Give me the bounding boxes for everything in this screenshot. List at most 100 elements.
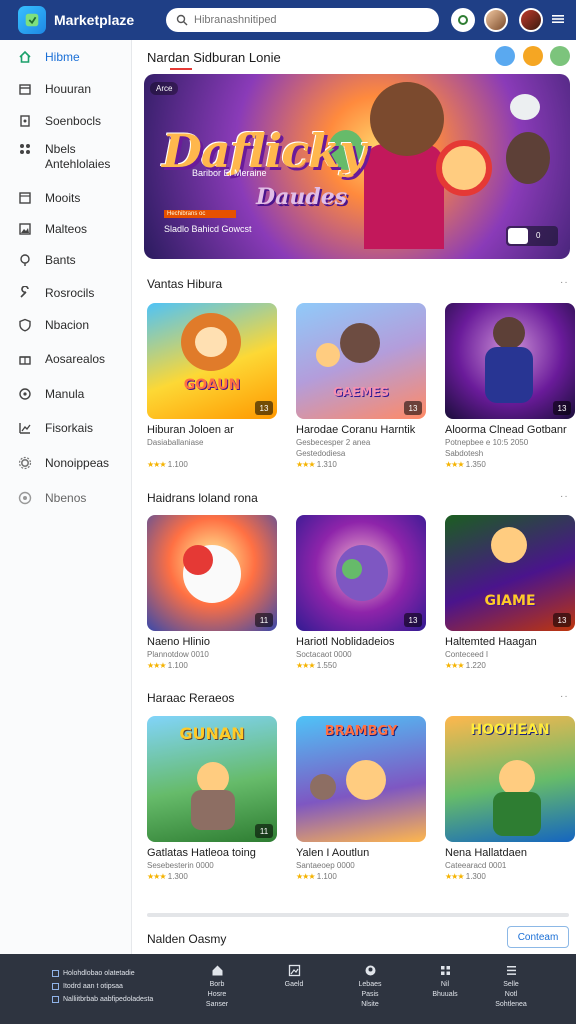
bottom-nav-grid[interactable]: Nil Bhuuals — [420, 964, 470, 1000]
card-title: Harodae Coranu Harntik — [296, 424, 416, 436]
help-icon — [18, 491, 32, 505]
character-face — [491, 527, 527, 563]
card-subtitle: Gesbecesper 2 anea — [296, 438, 371, 447]
hero-carousel-index: 0 — [536, 231, 541, 240]
game-thumbnail: GOAUN 13 — [147, 303, 277, 419]
footer-button[interactable]: Conteam — [507, 926, 569, 948]
card-rating: ★★★ 1.100 — [147, 459, 277, 470]
search-bar[interactable] — [166, 8, 439, 32]
sidebar-item-tools[interactable]: Rosrocils — [0, 286, 132, 300]
sidebar-item-library[interactable]: Soenbocls — [0, 114, 132, 128]
scroll-indicator[interactable] — [147, 913, 569, 917]
bottom-nav-label: Bhuuals — [432, 991, 458, 998]
bottom-info-row[interactable]: Holohdlobao olatetadie — [52, 967, 153, 980]
checkbox-icon — [52, 983, 59, 990]
card-rating: ★★★ 1.220 — [445, 660, 575, 671]
game-thumbnail: GAEMES 13 — [296, 303, 426, 419]
search-input[interactable] — [194, 14, 424, 26]
app-logo-icon[interactable] — [18, 6, 46, 34]
game-card[interactable]: BRAMBGY Yalen I Aoutlun Santaeoep 0000 ★… — [296, 716, 426, 882]
sidebar-item-manual[interactable]: Manula — [0, 387, 132, 401]
bottom-nav-label: Selle — [503, 981, 519, 988]
hero-tag: Arce — [150, 82, 179, 95]
sidebar-item-windows[interactable]: Mooits — [0, 191, 132, 205]
sidebar-item-apps[interactable]: Nbels Antehlolaies — [0, 142, 132, 172]
card-subtitle-2: Sabdotesh — [445, 449, 484, 458]
game-card[interactable]: 13 Hariotl Noblidadeios Soctacaot 0000 ★… — [296, 515, 426, 671]
game-card[interactable]: GIAME 13 Haltemted Haagan Conteceed I ★★… — [445, 515, 575, 671]
section-more-button[interactable]: ·· — [560, 491, 569, 502]
rating-stars: ★★★ — [147, 661, 166, 670]
favorite-button[interactable] — [523, 46, 543, 66]
hero-bar: Hechibrans oc — [164, 210, 236, 218]
card-rating: ★★★ 1.100 — [296, 871, 426, 882]
window-icon — [19, 192, 31, 204]
sidebar-item-settings[interactable]: Nonoippeas — [0, 456, 132, 470]
section-title: Haidrans loland rona — [147, 491, 258, 505]
card-title: Gatlatas Hatleoa toing — [147, 847, 256, 859]
hero-caption: Sladlo Bahicd Gowcst — [164, 224, 252, 234]
game-thumbnail: BRAMBGY — [296, 716, 426, 842]
character-face — [195, 327, 227, 357]
bottom-nav-list[interactable]: Selle Notl Sohtlenea — [486, 964, 536, 1010]
hero-carousel-control[interactable]: 0 — [506, 226, 558, 246]
card-rating: ★★★ 1.310 — [296, 459, 426, 470]
bottom-nav-profile[interactable]: Lebaes Pasis Nlsite — [345, 964, 395, 1010]
card-subtitle: Sesebesterin 0000 — [147, 861, 214, 870]
sidebar-item-label: Nbenos — [45, 491, 87, 505]
game-thumbnail: HOOHEAN — [445, 716, 575, 842]
game-card[interactable]: 11 Naeno Hlinio Plannotdow 0010 ★★★ 1.10… — [147, 515, 277, 671]
card-rating: ★★★ 1.100 — [147, 660, 277, 671]
bottom-nav-gallery[interactable]: Gaeld — [269, 964, 319, 990]
notifications-icon[interactable] — [451, 8, 475, 32]
sidebar-item-store[interactable]: Houuran — [0, 82, 132, 96]
character-body — [191, 790, 235, 830]
bottom-info-row[interactable]: Itodrd aan t otipsaa — [52, 980, 153, 993]
bottom-nav-label: Hosre — [207, 991, 227, 998]
thumbnail-title: HOOHEAN — [470, 722, 550, 738]
bottom-info-row[interactable]: Nalliitbrbab aabfipedoladesta — [52, 993, 153, 1006]
rating-stars: ★★★ — [296, 661, 315, 670]
sidebar-item-home[interactable]: Hibme — [0, 50, 132, 64]
rating-badge: 13 — [404, 613, 422, 627]
hero-carousel-active[interactable] — [508, 228, 528, 244]
sidebar-item-reports[interactable]: Fisorkais — [0, 421, 132, 435]
rating-stars: ★★★ — [147, 872, 166, 881]
avatar-secondary[interactable] — [519, 8, 543, 32]
app-name: Marketplaze — [54, 12, 135, 28]
search-icon — [176, 14, 188, 26]
card-rating: ★★★ 1.350 — [445, 459, 575, 470]
section-more-button[interactable]: ·· — [560, 691, 569, 702]
sidebar-item-label: Fisorkais — [45, 421, 94, 435]
game-card[interactable]: 13 Aloorma Clnead Gotbanr Potnepbee e 10… — [445, 303, 575, 470]
hero-banner[interactable]: Arce Daflicky Baribor El Meraine Daudes … — [144, 74, 570, 259]
avatar[interactable] — [484, 8, 508, 32]
game-card[interactable]: GUNAN 11 Gatlatas Hatleoa toing Sesebest… — [147, 716, 277, 882]
sidebar-item-media[interactable]: Malteos — [0, 222, 132, 236]
pin-icon — [20, 254, 30, 266]
rating-value: 1.350 — [465, 460, 486, 469]
book-icon — [20, 115, 30, 127]
game-card[interactable]: GOAUN 13 Hiburan Joloen ar Dasiaballania… — [147, 303, 277, 470]
sidebar-item-label: Nbacion — [45, 318, 90, 332]
section-more-button[interactable]: ·· — [560, 277, 569, 288]
settings-button[interactable] — [550, 46, 570, 66]
rating-badge: 13 — [553, 613, 571, 627]
card-subtitle: Dasiaballaniase — [147, 438, 204, 447]
sidebar-item-help[interactable]: Nbenos — [0, 491, 132, 505]
share-button[interactable] — [495, 46, 515, 66]
game-card[interactable]: HOOHEAN Nena Hallatdaen Cateearacd 0001 … — [445, 716, 575, 882]
rating-value: 1.100 — [167, 661, 188, 670]
bottom-bar: Holohdlobao olatetadie Itodrd aan t otip… — [0, 954, 576, 1024]
sidebar-item-rewards[interactable]: Aosarealos — [0, 352, 132, 366]
hero-character-right — [506, 132, 550, 184]
bottom-nav-label: Lebaes — [358, 981, 382, 988]
bottom-nav-home[interactable]: Borb Hosre Sanser — [192, 964, 242, 1010]
game-card[interactable]: GAEMES 13 Harodae Coranu Harntik Gesbece… — [296, 303, 426, 470]
sidebar-item-pins[interactable]: Bants — [0, 253, 132, 267]
thumbnail-title: BRAMBGY — [324, 724, 398, 739]
card-subtitle: Soctacaot 0000 — [296, 650, 352, 659]
sidebar-item-security[interactable]: Nbacion — [0, 318, 132, 332]
circle-icon — [19, 388, 31, 400]
menu-icon[interactable] — [552, 12, 564, 24]
